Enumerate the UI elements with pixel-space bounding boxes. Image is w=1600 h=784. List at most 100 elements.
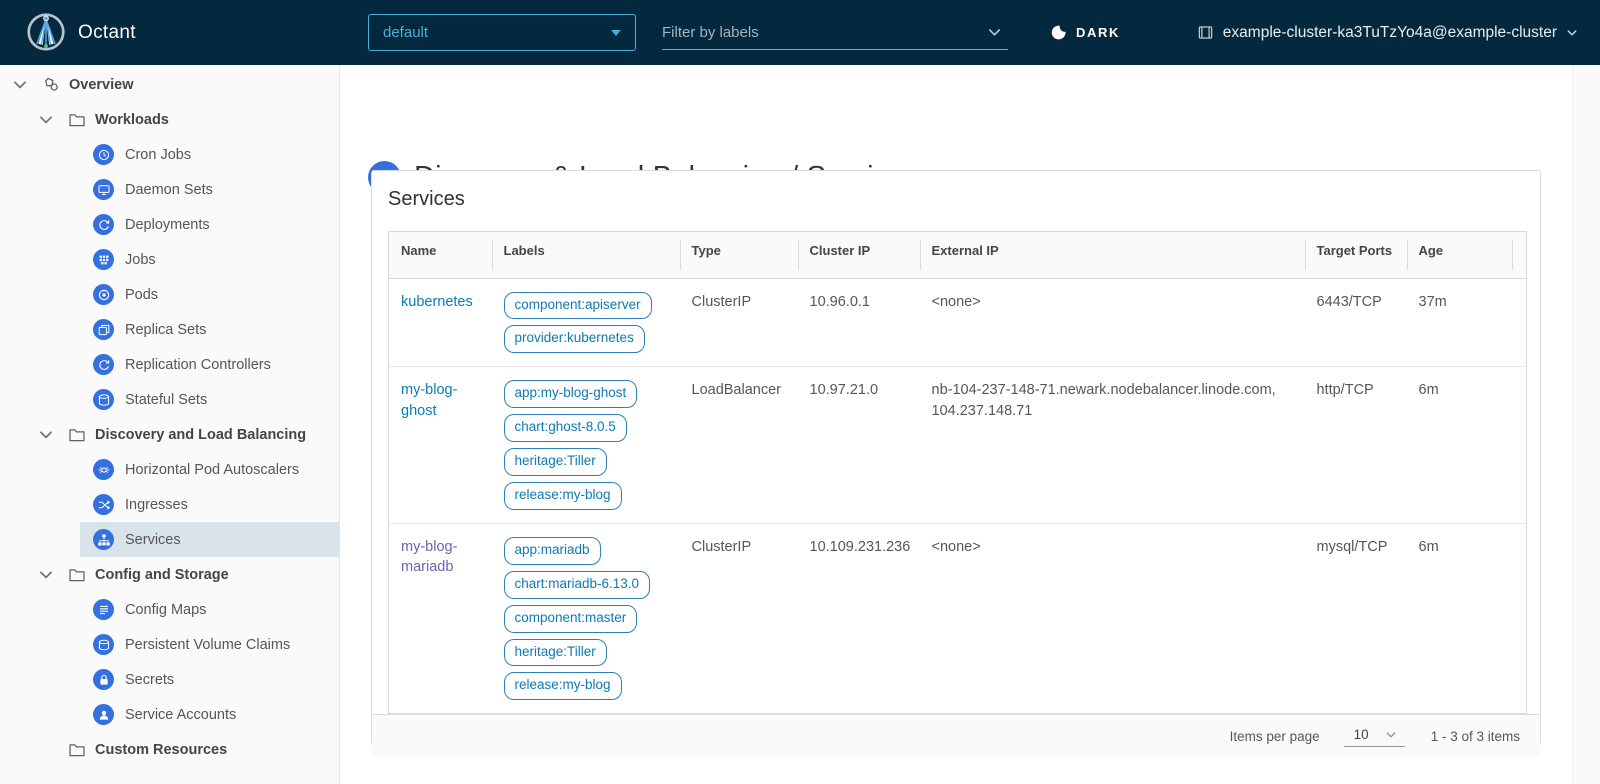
sidebar-item-ingresses[interactable]: Ingresses bbox=[80, 487, 339, 522]
replication-controllers-icon bbox=[93, 354, 114, 375]
namespace-select-value: default bbox=[383, 24, 428, 41]
main-content: Discovery & Load Balancing / Services Se… bbox=[341, 65, 1600, 784]
app-header: Octant default Filter by labels DARK exa… bbox=[0, 0, 1600, 65]
cell-name: my-blog-mariadb bbox=[389, 523, 492, 713]
sidebar-item-label: Persistent Volume Claims bbox=[125, 637, 290, 653]
service-accounts-icon bbox=[93, 704, 114, 725]
services-table-wrap: NameLabelsTypeCluster IPExternal IPTarge… bbox=[388, 231, 1524, 714]
daemon-sets-icon bbox=[93, 179, 114, 200]
cell-name: my-blog-ghost bbox=[389, 367, 492, 524]
sidebar-item-label: Config Maps bbox=[125, 602, 206, 618]
moon-icon bbox=[1050, 24, 1067, 41]
cell-age: 6m bbox=[1407, 523, 1512, 713]
sidebar-item-config-maps[interactable]: Config Maps bbox=[80, 592, 339, 627]
sidebar-item-services[interactable]: Services bbox=[80, 522, 339, 557]
column-header-age: Age bbox=[1407, 232, 1512, 279]
cell-external-ip: nb-104-237-148-71.newark.nodebalancer.li… bbox=[920, 367, 1305, 524]
jobs-icon bbox=[93, 249, 114, 270]
cell-cluster-ip: 10.96.0.1 bbox=[798, 278, 920, 367]
sidebar-item-label: Secrets bbox=[125, 672, 174, 688]
cell-age: 6m bbox=[1407, 367, 1512, 524]
sidebar-item-persistent-volume-claims[interactable]: Persistent Volume Claims bbox=[80, 627, 339, 662]
octant-logo bbox=[26, 12, 66, 52]
sidebar-item-secrets[interactable]: Secrets bbox=[80, 662, 339, 697]
cell-target-ports: http/TCP bbox=[1305, 367, 1407, 524]
sidebar-item-label: Custom Resources bbox=[95, 742, 227, 758]
cell-cluster-ip: 10.109.231.236 bbox=[798, 523, 920, 713]
namespace-select[interactable]: default bbox=[368, 14, 636, 51]
replica-sets-icon bbox=[93, 319, 114, 340]
cluster-context-label: example-cluster-ka3TuTzYo4a@example-clus… bbox=[1223, 24, 1557, 42]
sidebar-item-label: Jobs bbox=[125, 252, 156, 268]
items-per-page-select[interactable]: 10 bbox=[1344, 725, 1405, 747]
sidebar-item-daemon-sets[interactable]: Daemon Sets bbox=[80, 172, 339, 207]
sidebar-item-label: Pods bbox=[125, 287, 158, 303]
items-per-page-value: 10 bbox=[1354, 727, 1369, 742]
sidebar-item-label: Deployments bbox=[125, 217, 210, 233]
services-icon bbox=[93, 529, 114, 550]
service-link[interactable]: my-blog-mariadb bbox=[401, 539, 457, 575]
sidebar-item-overview[interactable]: Overview bbox=[0, 67, 339, 102]
sidebar-item-workloads[interactable]: Workloads bbox=[0, 102, 339, 137]
sidebar-item-replica-sets[interactable]: Replica Sets bbox=[80, 312, 339, 347]
cell-age: 37m bbox=[1407, 278, 1512, 367]
column-header-labels: Labels bbox=[492, 232, 680, 279]
sidebar-item-jobs[interactable]: Jobs bbox=[80, 242, 339, 277]
sidebar-item-config-and-storage[interactable]: Config and Storage bbox=[0, 557, 339, 592]
folder-icon bbox=[68, 741, 86, 759]
chevron-down-icon[interactable] bbox=[38, 567, 54, 583]
label-badges: component:apiserverprovider:kubernetes bbox=[504, 292, 668, 354]
sidebar-item-label: Services bbox=[125, 532, 181, 548]
label-badge: provider:kubernetes bbox=[504, 325, 645, 353]
sidebar-item-pods[interactable]: Pods bbox=[80, 277, 339, 312]
sidebar-item-deployments[interactable]: Deployments bbox=[80, 207, 339, 242]
sidebar-item-label: Ingresses bbox=[125, 497, 188, 513]
cluster-context-switcher[interactable]: example-cluster-ka3TuTzYo4a@example-clus… bbox=[1197, 0, 1578, 65]
sidebar-item-label: Stateful Sets bbox=[125, 392, 207, 408]
filter-by-labels-input[interactable]: Filter by labels bbox=[662, 15, 1008, 50]
sidebar-item-label: Config and Storage bbox=[95, 567, 229, 583]
sidebar-item-stateful-sets[interactable]: Stateful Sets bbox=[80, 382, 339, 417]
sidebar-item-label: Service Accounts bbox=[125, 707, 236, 723]
dark-theme-toggle[interactable]: DARK bbox=[1050, 0, 1120, 65]
ingresses-icon bbox=[93, 494, 114, 515]
cell-external-ip: <none> bbox=[920, 278, 1305, 367]
cluster-icon bbox=[1197, 24, 1214, 41]
sidebar-item-custom-resources[interactable]: Custom Resources bbox=[0, 732, 339, 767]
persistent-volume-claims-icon bbox=[93, 634, 114, 655]
column-header-name: Name bbox=[389, 232, 492, 279]
sidebar-item-label: Cron Jobs bbox=[125, 147, 191, 163]
chevron-down-icon[interactable] bbox=[12, 77, 28, 93]
label-badge: release:my-blog bbox=[504, 672, 622, 700]
services-table: NameLabelsTypeCluster IPExternal IPTarge… bbox=[388, 231, 1527, 714]
label-badges: app:my-blog-ghostchart:ghost-8.0.5herita… bbox=[504, 380, 668, 510]
config-maps-icon bbox=[93, 599, 114, 620]
folder-icon bbox=[68, 426, 86, 444]
cell-labels: app:mariadbchart:mariadb-6.13.0component… bbox=[492, 523, 680, 713]
dark-label: DARK bbox=[1076, 25, 1120, 40]
scrollbar-track[interactable] bbox=[1572, 65, 1600, 784]
service-link[interactable]: kubernetes bbox=[401, 294, 473, 310]
sidebar-item-cron-jobs[interactable]: Cron Jobs bbox=[80, 137, 339, 172]
table-row: kubernetes component:apiserverprovider:ku… bbox=[389, 278, 1527, 367]
sidebar-item-replication-controllers[interactable]: Replication Controllers bbox=[80, 347, 339, 382]
sidebar-item-label: Discovery and Load Balancing bbox=[95, 427, 306, 443]
chevron-down-icon[interactable] bbox=[38, 112, 54, 128]
cell-external-ip: <none> bbox=[920, 523, 1305, 713]
sidebar-tree: Overview Workloads Cron Jobs Daemon Sets Dep… bbox=[0, 67, 339, 767]
sidebar-item-label: Workloads bbox=[95, 112, 169, 128]
cell-filler bbox=[1512, 367, 1527, 524]
horizontal-pod-autoscalers-icon bbox=[93, 459, 114, 480]
sidebar-item-label: Replication Controllers bbox=[125, 357, 271, 373]
chevron-down-icon bbox=[1385, 729, 1397, 741]
label-badge: app:mariadb bbox=[504, 537, 601, 565]
sidebar-item-horizontal-pod-autoscalers[interactable]: Horizontal Pod Autoscalers bbox=[80, 452, 339, 487]
sidebar-item-discovery-and-load-balancing[interactable]: Discovery and Load Balancing bbox=[0, 417, 339, 452]
chevron-down-icon bbox=[1566, 27, 1578, 39]
filter-placeholder: Filter by labels bbox=[662, 24, 759, 41]
service-link[interactable]: my-blog-ghost bbox=[401, 382, 457, 418]
cell-labels: app:my-blog-ghostchart:ghost-8.0.5herita… bbox=[492, 367, 680, 524]
chevron-down-icon[interactable] bbox=[38, 427, 54, 443]
label-badges: app:mariadbchart:mariadb-6.13.0component… bbox=[504, 537, 668, 700]
sidebar-item-service-accounts[interactable]: Service Accounts bbox=[80, 697, 339, 732]
